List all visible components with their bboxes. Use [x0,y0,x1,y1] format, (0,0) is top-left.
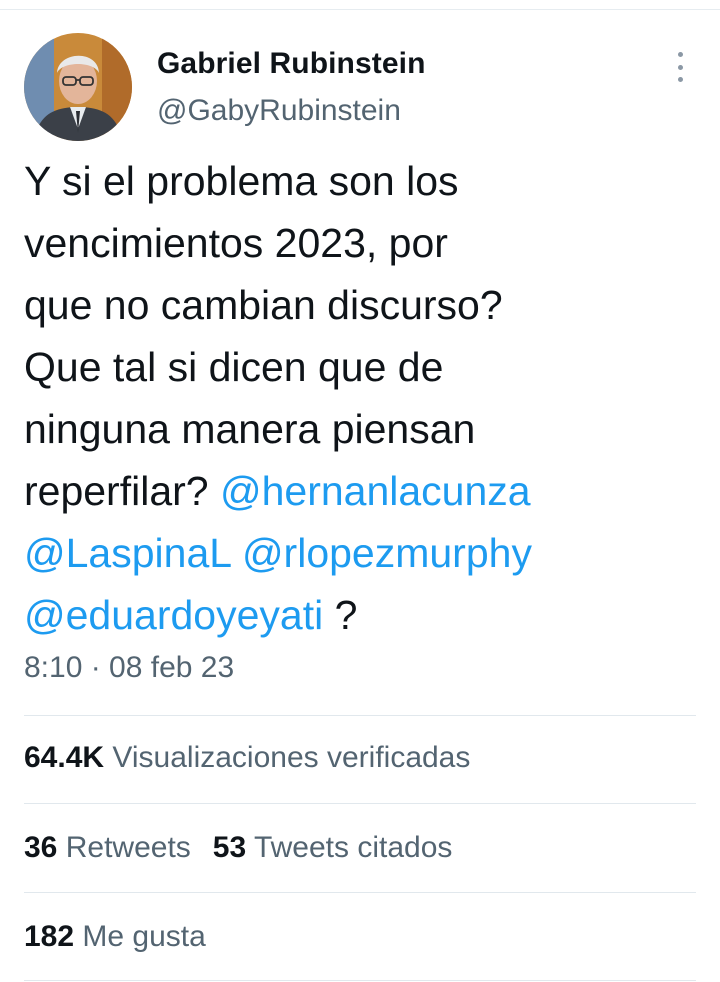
likes-link[interactable]: 182 Me gusta [24,920,206,953]
tweet-line: reperfilar? @hernanlacunza [24,460,704,522]
tweet-line: @eduardoyeyati ? [24,584,704,646]
tweet-line: vencimientos 2023, por [24,220,448,266]
more-dot [677,77,683,82]
tweet-line: Que tal si dicen que de [24,344,444,390]
likes-count: 182 [24,920,75,953]
views-label: Visualizaciones verificadas [112,741,471,774]
tweet-timestamp[interactable]: 8:10 · 08 feb 23 [24,651,234,685]
more-vertical-icon[interactable] [668,52,692,82]
mention-link-laspinal[interactable]: @LaspinaL [24,530,231,576]
views-count: 64.4K [24,741,105,774]
user-handle[interactable]: @GabyRubinstein [157,94,401,128]
divider [24,803,696,804]
tweet-line: que no cambian discurso? [24,282,503,328]
mention-link-eduardoyeyati[interactable]: @eduardoyeyati [24,592,323,638]
engagement-row: 36 Retweets 53 Tweets citados [24,831,452,865]
divider [24,715,696,716]
mention-link-hernanlacunza[interactable]: @hernanlacunza [220,468,531,514]
tweet-line: @LaspinaL @rlopezmurphy [24,522,704,584]
tweet-text-segment: ? [323,592,358,638]
quote-tweets-link[interactable]: 53 Tweets citados [213,831,453,864]
divider [24,980,696,981]
quotes-label: Tweets citados [253,831,453,864]
tweet-line: Y si el problema son los [24,158,459,204]
mention-link-rlopezmurphy[interactable]: @rlopezmurphy [242,530,532,576]
top-divider [0,9,720,10]
more-dot [677,64,683,70]
display-name[interactable]: Gabriel Rubinstein [157,47,426,81]
retweets-label: Retweets [65,831,191,864]
retweets-link[interactable]: 36 Retweets [24,831,191,864]
likes-label: Me gusta [82,920,206,953]
quotes-count: 53 [212,831,247,864]
tweet-line: ninguna manera piensan [24,406,476,452]
views-row: 64.4K Visualizaciones verificadas [24,741,470,775]
tweet-text: Y si el problema son los vencimientos 20… [24,150,704,646]
divider [24,892,696,893]
avatar[interactable] [24,33,132,141]
avatar-photo [24,33,132,141]
more-dot [677,52,683,57]
tweet-text-segment: reperfilar? [24,468,220,514]
likes-row: 182 Me gusta [24,920,206,954]
retweets-count: 36 [24,831,58,864]
